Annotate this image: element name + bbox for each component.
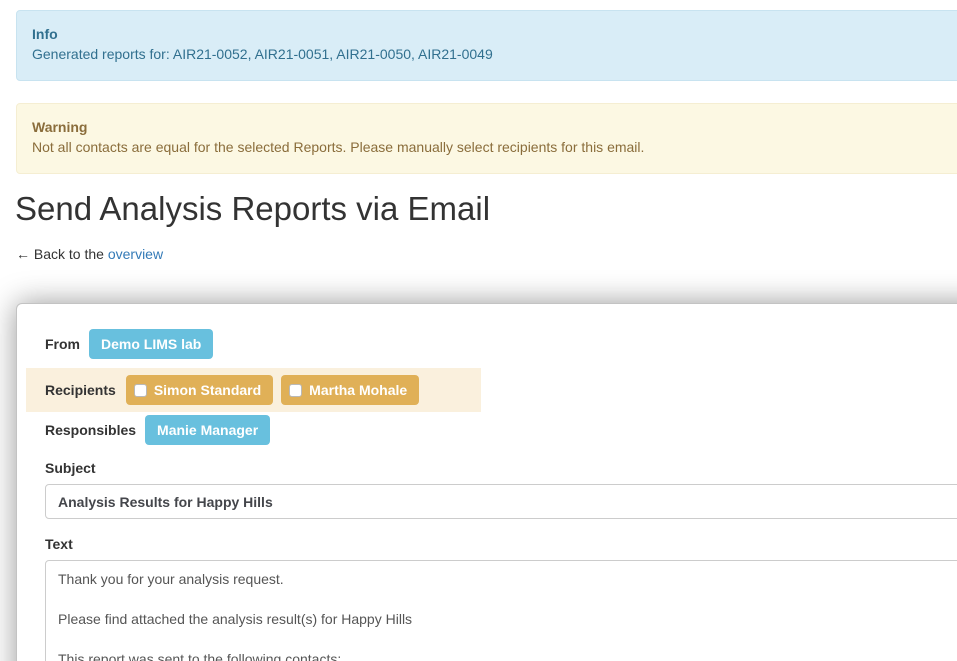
recipient-badge[interactable]: Simon Standard: [126, 375, 273, 405]
from-row: From Demo LIMS lab: [45, 329, 213, 359]
recipients-label: Recipients: [45, 382, 116, 398]
recipient-name: Martha Mohale: [309, 382, 407, 398]
responsibles-badge: Manie Manager: [145, 415, 270, 445]
from-label: From: [45, 336, 80, 352]
back-text: ← Back to the: [16, 246, 104, 262]
responsibles-label: Responsibles: [45, 422, 136, 438]
info-alert-title: Info: [32, 24, 957, 44]
responsibles-row: Responsibles Manie Manager: [45, 415, 270, 445]
recipient-badge[interactable]: Martha Mohale: [281, 375, 419, 405]
info-alert-message: Generated reports for: AIR21-0052, AIR21…: [32, 44, 957, 64]
warning-alert-title: Warning: [32, 117, 957, 137]
from-badge: Demo LIMS lab: [89, 329, 213, 359]
page-title: Send Analysis Reports via Email: [15, 190, 490, 228]
email-body-textarea[interactable]: Thank you for your analysis request. Ple…: [45, 560, 957, 661]
overview-link[interactable]: overview: [108, 246, 163, 262]
warning-alert-message: Not all contacts are equal for the selec…: [32, 137, 957, 157]
text-label: Text: [45, 536, 73, 552]
recipient-checkbox[interactable]: [134, 384, 147, 397]
warning-alert: Warning Not all contacts are equal for t…: [16, 103, 957, 174]
subject-input[interactable]: [45, 484, 957, 519]
recipients-badges: Simon Standard Martha Mohale: [126, 375, 419, 405]
recipient-checkbox[interactable]: [289, 384, 302, 397]
recipient-name: Simon Standard: [154, 382, 261, 398]
subject-label: Subject: [45, 460, 96, 476]
breadcrumb: ← Back to the overview: [16, 244, 163, 264]
email-form-panel: From Demo LIMS lab Recipients Simon Stan…: [16, 303, 957, 661]
recipients-row: Recipients Simon Standard Martha Mohale: [26, 368, 481, 412]
info-alert: Info Generated reports for: AIR21-0052, …: [16, 10, 957, 81]
